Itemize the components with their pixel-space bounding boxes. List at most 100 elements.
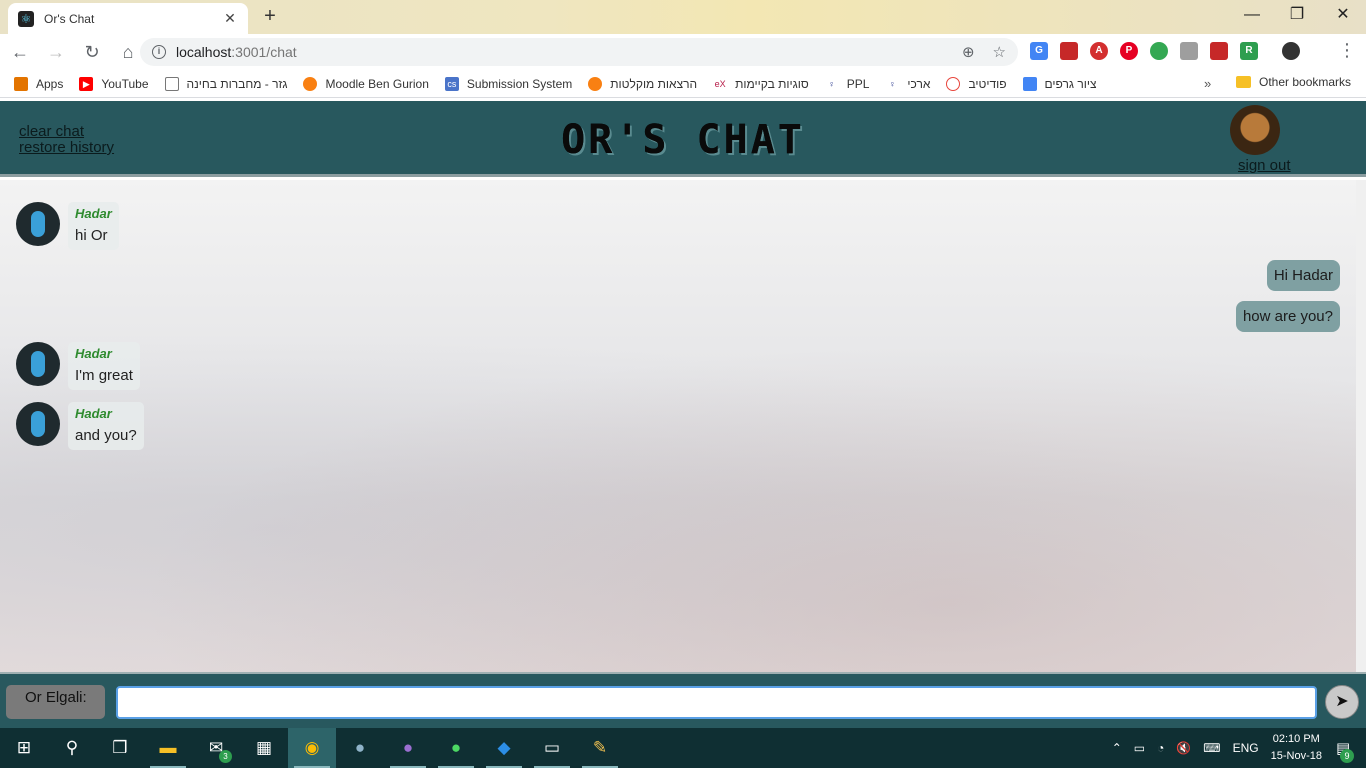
message-text: and you? bbox=[75, 427, 137, 444]
sender-name: Hadar bbox=[75, 406, 112, 421]
browser-toolbar: ← → ↻ ⌂ i localhost:3001/chat ⊕ ☆ G A P … bbox=[0, 34, 1366, 70]
incoming-message: Hadar I'm great bbox=[16, 342, 140, 390]
bookmark-lectures[interactable]: הרצאות מוקלטות bbox=[588, 76, 697, 91]
ppl-icon: ♀ bbox=[824, 76, 839, 91]
back-button[interactable]: ← bbox=[4, 36, 36, 68]
xbs-button[interactable]: ● bbox=[336, 728, 384, 768]
bookmark-sustainability[interactable]: eX סוגיות בקיימות bbox=[713, 76, 809, 91]
browser-tabstrip: ⚛ Or's Chat ✕ + — ❐ ✕ bbox=[0, 0, 1366, 34]
file-explorer-button[interactable]: ▬ bbox=[144, 728, 192, 768]
task-view-button[interactable]: ❒ bbox=[96, 728, 144, 768]
new-tab-button[interactable]: + bbox=[258, 5, 282, 29]
terminal-button[interactable]: ▭ bbox=[528, 728, 576, 768]
message-text: I'm great bbox=[75, 367, 133, 384]
tab-title: Or's Chat bbox=[44, 11, 95, 26]
sender-name: Hadar bbox=[75, 206, 112, 221]
chrome-menu-icon[interactable]: ⋮ bbox=[1338, 40, 1356, 61]
sign-out-link[interactable]: sign out bbox=[1238, 157, 1291, 174]
bookmark-youtube[interactable]: ▶ YouTube bbox=[79, 76, 149, 91]
vscode-icon: ◆ bbox=[497, 738, 511, 757]
edx-icon: eX bbox=[713, 76, 728, 91]
battery-icon[interactable]: ▭ bbox=[1134, 741, 1145, 755]
bookmark-archi[interactable]: ♀ ארכי bbox=[885, 76, 930, 91]
address-bar[interactable]: i localhost:3001/chat ⊕ ☆ bbox=[140, 38, 1018, 66]
outgoing-message: Hi Hadar bbox=[1266, 260, 1340, 291]
github-desktop-button[interactable]: ● bbox=[384, 728, 432, 768]
search-button[interactable]: ⚲ bbox=[48, 728, 96, 768]
bookmark-apps[interactable]: Apps bbox=[14, 76, 63, 91]
moodle-icon bbox=[303, 76, 318, 91]
app-title: OR'S CHAT bbox=[561, 117, 805, 163]
bookmark-star-icon[interactable]: ☆ bbox=[993, 43, 1006, 61]
sender-name: Hadar bbox=[75, 346, 112, 361]
adblock-extension-icon[interactable]: A bbox=[1090, 42, 1108, 60]
r-extension-icon[interactable]: R bbox=[1240, 42, 1258, 60]
misc-extension-icon[interactable] bbox=[1180, 42, 1198, 60]
youtube-icon: ▶ bbox=[79, 76, 94, 91]
action-center-button[interactable]: ▤ 9 bbox=[1336, 739, 1366, 763]
chat-messages-area: Hadar hi Or Hi Hadar how are you? Hadar … bbox=[0, 180, 1356, 672]
wifi-icon[interactable]: ◔ bbox=[1157, 741, 1164, 755]
lectures-icon bbox=[588, 76, 603, 91]
red-extension-icon[interactable] bbox=[1210, 42, 1228, 60]
calculator-button[interactable]: ▦ bbox=[240, 728, 288, 768]
clock[interactable]: 02:10 PM 15-Nov-18 bbox=[1271, 731, 1322, 765]
forward-button[interactable]: → bbox=[40, 36, 72, 68]
chat-scrollbar[interactable] bbox=[1356, 180, 1366, 672]
bookmark-submission[interactable]: cs Submission System bbox=[444, 76, 572, 91]
translate-extension-icon[interactable]: G bbox=[1030, 42, 1048, 60]
windows-taskbar: ⊞ ⚲ ❒ ▬ ✉ 3 ▦ ◉ ● ● ● ◆ ▭ ✎ ⌃ ▭ ◔ 🔇 ⌨ ENG… bbox=[0, 728, 1366, 768]
mail-badge: 3 bbox=[219, 750, 232, 763]
terminal-icon: ▭ bbox=[543, 738, 561, 757]
close-window-button[interactable]: ✕ bbox=[1320, 0, 1366, 30]
zoom-icon[interactable]: ⊕ bbox=[962, 43, 975, 61]
xbs-icon: ● bbox=[354, 738, 366, 757]
profile-avatar-icon[interactable] bbox=[1282, 42, 1300, 60]
bookmark-ppl[interactable]: ♀ PPL bbox=[824, 76, 869, 91]
folder-icon: ▬ bbox=[159, 738, 177, 757]
chrome-extension-icon[interactable] bbox=[1150, 42, 1168, 60]
minimize-button[interactable]: — bbox=[1229, 0, 1275, 30]
calculator-icon: ▦ bbox=[255, 738, 273, 757]
github-icon: ● bbox=[402, 738, 414, 757]
chrome-icon: ◉ bbox=[304, 738, 320, 757]
current-user-label: Or Elgali: bbox=[6, 685, 105, 719]
bookmark-exams[interactable]: גזר - מחברות בחינה bbox=[164, 76, 287, 91]
close-tab-icon[interactable]: ✕ bbox=[222, 10, 238, 27]
browser-tab[interactable]: ⚛ Or's Chat ✕ bbox=[8, 3, 248, 34]
clock-icon bbox=[946, 76, 961, 91]
keyboard-icon[interactable]: ⌨ bbox=[1203, 741, 1220, 755]
whatsapp-button[interactable]: ● bbox=[432, 728, 480, 768]
message-input-bar: Or Elgali: ➤ bbox=[0, 672, 1366, 728]
volume-muted-icon[interactable]: 🔇 bbox=[1176, 741, 1191, 755]
incoming-message: Hadar hi Or bbox=[16, 202, 119, 250]
vscode-button[interactable]: ◆ bbox=[480, 728, 528, 768]
start-button[interactable]: ⊞ bbox=[0, 728, 48, 768]
pinterest-extension-icon[interactable]: P bbox=[1120, 42, 1138, 60]
show-hidden-icons-icon[interactable]: ⌃ bbox=[1112, 741, 1122, 755]
bookmarks-bar: Apps ▶ YouTube גזר - מחברות בחינה Moodle … bbox=[0, 70, 1366, 98]
outgoing-message: how are you? bbox=[1235, 301, 1340, 332]
restore-button[interactable]: ❐ bbox=[1274, 0, 1320, 30]
extensions-row: G A P R bbox=[1030, 42, 1300, 60]
bookmark-positive[interactable]: פודיטיב bbox=[946, 76, 1007, 91]
task-view-icon: ❒ bbox=[112, 738, 128, 757]
info-icon[interactable]: i bbox=[152, 45, 166, 59]
sender-avatar bbox=[16, 402, 60, 446]
paint-button[interactable]: ✎ bbox=[576, 728, 624, 768]
message-input[interactable] bbox=[116, 686, 1317, 719]
book-extension-icon[interactable] bbox=[1060, 42, 1078, 60]
page-icon bbox=[164, 76, 179, 91]
search-icon: ⚲ bbox=[65, 738, 79, 757]
bookmark-graphs[interactable]: ציור גרפים bbox=[1022, 76, 1097, 91]
bookmark-moodle[interactable]: Moodle Ben Gurion bbox=[303, 76, 429, 91]
more-bookmarks-button[interactable]: » bbox=[1204, 76, 1211, 91]
language-indicator[interactable]: ENG bbox=[1233, 741, 1259, 755]
folder-icon bbox=[1236, 76, 1251, 88]
message-text: hi Or bbox=[75, 227, 108, 244]
other-bookmarks[interactable]: Other bookmarks bbox=[1236, 75, 1351, 89]
reload-button[interactable]: ↻ bbox=[76, 36, 108, 68]
chrome-button[interactable]: ◉ bbox=[288, 728, 336, 768]
send-button[interactable]: ➤ bbox=[1325, 685, 1359, 719]
mail-button[interactable]: ✉ 3 bbox=[192, 728, 240, 768]
